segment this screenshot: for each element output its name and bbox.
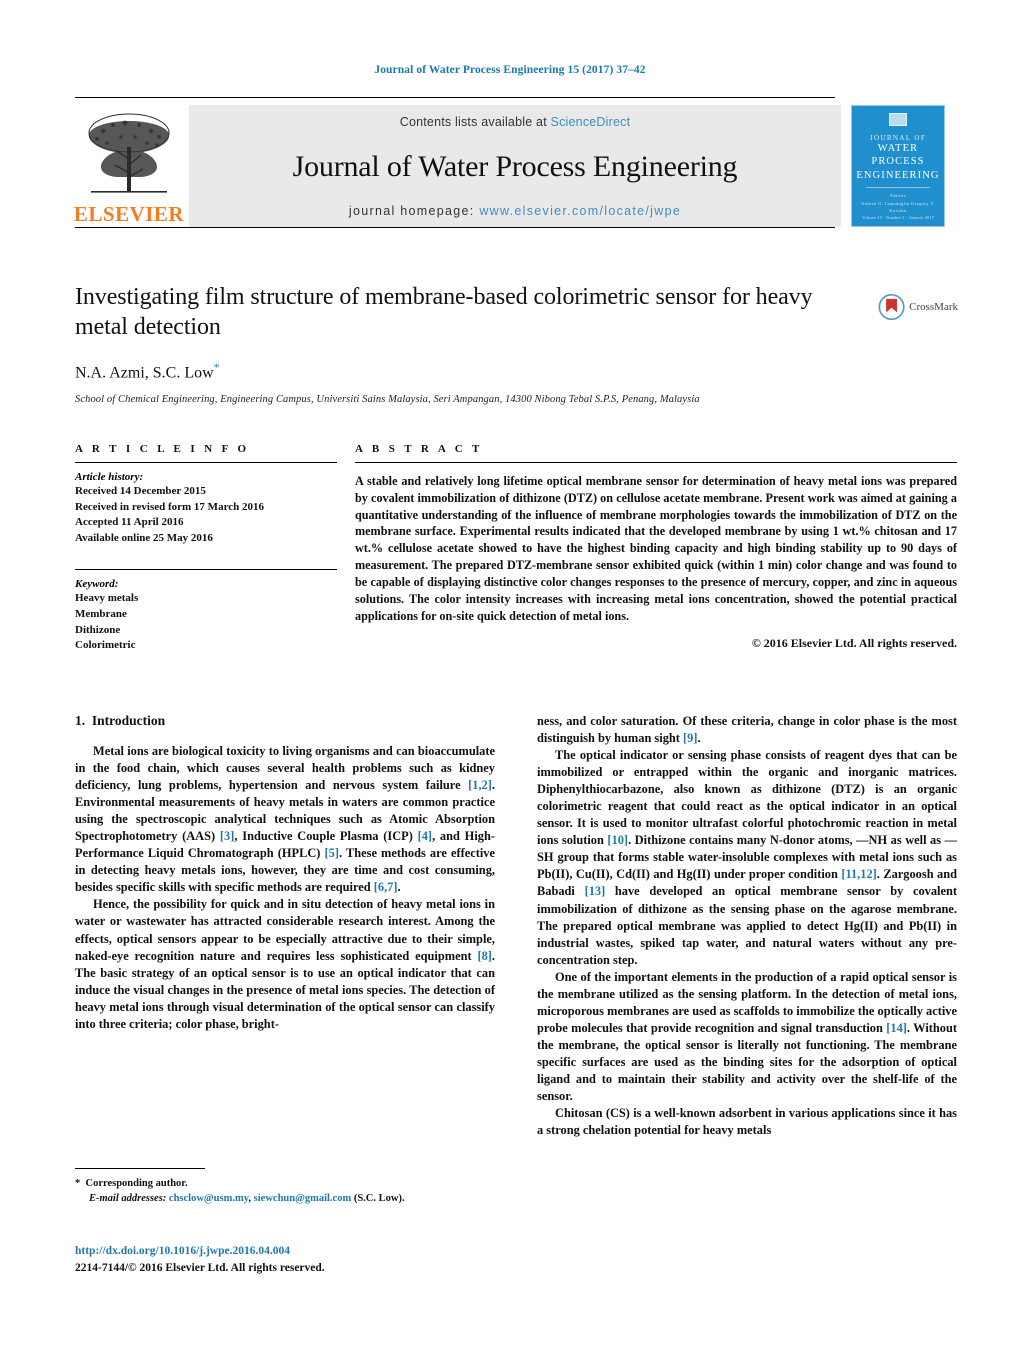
abstract-text: A stable and relatively long lifetime op… [355, 474, 957, 623]
body-column-right: ness, and color saturation. Of these cri… [537, 713, 957, 1139]
contents-available-line: Contents lists available at ScienceDirec… [400, 115, 631, 129]
email-link-primary[interactable]: chsclow@usm.my [169, 1193, 248, 1204]
cover-editors-label: Editors [890, 193, 906, 199]
email-label: E-mail addresses: [89, 1193, 167, 1205]
abstract-copyright: © 2016 Elsevier Ltd. All rights reserved… [751, 636, 957, 651]
abstract-column: A B S T R A C T A stable and relatively … [355, 443, 957, 654]
email-note: E-mail addresses: chsclow@usm.my, siewch… [75, 1191, 495, 1206]
journal-title: Journal of Water Process Engineering [292, 150, 738, 183]
cover-line1: JOURNAL OF [869, 133, 927, 142]
corresponding-author-marker: * [213, 360, 220, 375]
email-owner: (S.C. Low). [351, 1193, 405, 1205]
section-title-text: Introduction [91, 713, 166, 728]
corresponding-author-text: Corresponding author. [85, 1178, 188, 1189]
keywords-label: Keyword: [75, 578, 119, 591]
contents-prefix: Contents lists available at [399, 115, 551, 129]
paragraph: ness, and color saturation. Of these cri… [537, 714, 957, 746]
history-item: Received in revised form 17 March 2016 [75, 500, 264, 513]
paper-page: Journal of Water Process Engineering 15 … [0, 0, 1020, 1351]
journal-masthead: ELSEVIER Contents lists available at Sci… [73, 97, 945, 228]
doi-block: http://dx.doi.org/10.1016/j.jwpe.2016.04… [75, 1243, 575, 1276]
footnote-marker: * [75, 1178, 81, 1189]
email-link-secondary[interactable]: siewchun@gmail.com [254, 1193, 352, 1204]
cover-line2: WATER PROCESS [871, 142, 925, 168]
crossmark-icon [878, 293, 905, 321]
article-history-list: Received 14 December 2015 Received in re… [75, 484, 337, 546]
keywords-rule [75, 569, 337, 571]
section-heading-introduction: 1. Introduction [75, 713, 495, 729]
elsevier-wordmark: ELSEVIER [73, 202, 185, 226]
paragraph: Metal ions are biological toxicity to li… [75, 744, 495, 895]
crossmark-badge[interactable]: CrossMark [878, 286, 958, 328]
cover-volume-line: Volume 15 · Number 1 · January 2017 [861, 215, 935, 220]
article-history-label: Article history: [75, 471, 144, 483]
doi-link[interactable]: http://dx.doi.org/10.1016/j.jwpe.2016.04… [75, 1243, 575, 1260]
citation-link[interactable]: [4] [418, 829, 432, 843]
abstract-rule [355, 462, 957, 463]
keyword-item: Colorimetric [75, 639, 136, 652]
elsevier-tree-icon [88, 113, 170, 193]
citation-link[interactable]: [9] [683, 731, 697, 745]
issn-copyright-line: 2214-7144/© 2016 Elsevier Ltd. All right… [75, 1261, 325, 1274]
history-item: Received 14 December 2015 [75, 485, 206, 497]
sciencedirect-link[interactable]: ScienceDirect [551, 115, 631, 129]
cover-editors-names: Andrea G. Capodaglio Gregory V. Korshin [861, 200, 935, 214]
article-info-column: A R T I C L E I N F O Article history: R… [75, 443, 337, 654]
article-info-rule [75, 462, 337, 463]
author-names: N.A. Azmi, S.C. Low [75, 364, 214, 382]
citation-link[interactable]: [13] [585, 884, 606, 898]
history-item: Accepted 11 April 2016 [75, 516, 184, 529]
body-columns: 1. Introduction Metal ions are biologica… [75, 713, 957, 1139]
paragraph: One of the important elements in the pro… [537, 969, 958, 1104]
journal-cover-thumbnail: JOURNAL OF WATER PROCESS ENGINEERING Edi… [851, 105, 945, 227]
corresponding-author-note: * Corresponding author. [75, 1176, 495, 1191]
citation-link[interactable]: [6,7] [374, 880, 398, 894]
article-info-heading: A R T I C L E I N F O [75, 443, 250, 455]
citation-link[interactable]: [11,12] [841, 867, 876, 881]
cover-line3: ENGINEERING [856, 169, 940, 181]
footnote-rule [75, 1168, 205, 1169]
citation-link[interactable]: [3] [220, 829, 234, 843]
paragraph: Chitosan (CS) is a well-known adsorbent … [537, 1106, 957, 1138]
citation-link[interactable]: [1,2] [468, 778, 492, 792]
author-list: N.A. Azmi, S.C. Low* [75, 360, 865, 382]
masthead-top-rule [75, 97, 835, 98]
homepage-prefix: journal homepage: [348, 204, 480, 218]
running-head: Journal of Water Process Engineering 15 … [374, 64, 646, 76]
paragraph: The optical indicator or sensing phase c… [537, 748, 958, 967]
journal-homepage-line: journal homepage: www.elsevier.com/locat… [349, 204, 681, 218]
footnote-block: * Corresponding author. E-mail addresses… [75, 1168, 495, 1206]
affiliation: School of Chemical Engineering, Engineer… [75, 393, 700, 405]
abstract-heading: A B S T R A C T [355, 443, 483, 455]
section-number: 1. [75, 713, 86, 728]
citation-link[interactable]: [14] [886, 1021, 907, 1035]
history-item: Available online 25 May 2016 [75, 531, 213, 544]
keyword-item: Membrane [75, 608, 127, 621]
masthead-center: Contents lists available at ScienceDirec… [189, 105, 841, 227]
citation-link[interactable]: [8] [477, 949, 491, 963]
body-column-left: 1. Introduction Metal ions are biologica… [75, 713, 495, 1139]
elsevier-logo: ELSEVIER [73, 105, 185, 227]
paragraph: Hence, the possibility for quick and in … [75, 897, 495, 1031]
citation-link[interactable]: [10] [607, 833, 628, 847]
crossmark-label: CrossMark [909, 301, 958, 313]
keywords-list: Heavy metals Membrane Dithizone Colorime… [75, 591, 337, 653]
homepage-url-link[interactable]: www.elsevier.com/locate/jwpe [479, 204, 681, 218]
masthead-bottom-rule [75, 227, 835, 228]
cover-divider [866, 187, 930, 189]
cover-publisher-badge-icon [889, 113, 907, 126]
title-block: Investigating film structure of membrane… [75, 282, 865, 405]
keyword-item: Dithizone [75, 623, 121, 636]
info-abstract-section: A R T I C L E I N F O Article history: R… [75, 443, 957, 654]
citation-link[interactable]: [5] [325, 846, 339, 860]
keyword-item: Heavy metals [75, 592, 139, 605]
keywords-block: Keyword: Heavy metals Membrane Dithizone… [75, 569, 337, 653]
page-title: Investigating film structure of membrane… [75, 284, 813, 341]
